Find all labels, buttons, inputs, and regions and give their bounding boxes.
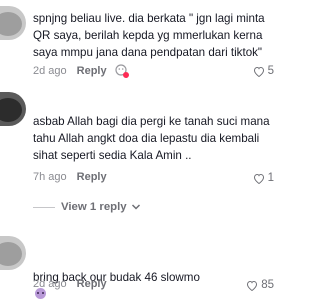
comment-meta: 7h ago Reply [33,171,107,183]
divider [33,206,55,208]
comment-age: 2d ago [33,278,67,290]
view-replies-label: View 1 reply [61,201,127,213]
like-count: 1 [267,172,274,184]
reply-button[interactable]: Reply [77,65,107,77]
heart-icon [253,173,264,184]
avatar[interactable] [0,92,26,126]
comment-meta: 2d ago Reply [33,278,107,290]
heart-icon [253,66,264,77]
view-replies-button[interactable]: View 1 reply [33,201,141,213]
like-button[interactable]: 1 [253,172,274,184]
heart-icon [247,280,258,291]
like-count: 5 [267,65,274,77]
reaction-icon[interactable] [115,64,131,78]
comment-age: 2d ago [33,65,67,77]
reply-button[interactable]: Reply [77,171,107,183]
like-button[interactable]: 5 [253,65,274,77]
like-button[interactable]: 85 [246,279,274,291]
avatar[interactable] [0,6,26,40]
chevron-down-icon [131,204,140,210]
reply-button[interactable]: Reply [77,278,107,290]
comment-text: asbab Allah bagi dia pergi ke tanah suci… [33,115,270,162]
comment-text: spnjng beliau live. dia berkata " jgn la… [33,12,265,59]
comment-meta: 2d ago Reply [33,64,131,78]
like-count: 85 [261,279,274,291]
avatar[interactable] [0,236,26,270]
comment-age: 7h ago [33,171,67,183]
comment-text: bring back our budak 46 slowmo [33,252,273,300]
